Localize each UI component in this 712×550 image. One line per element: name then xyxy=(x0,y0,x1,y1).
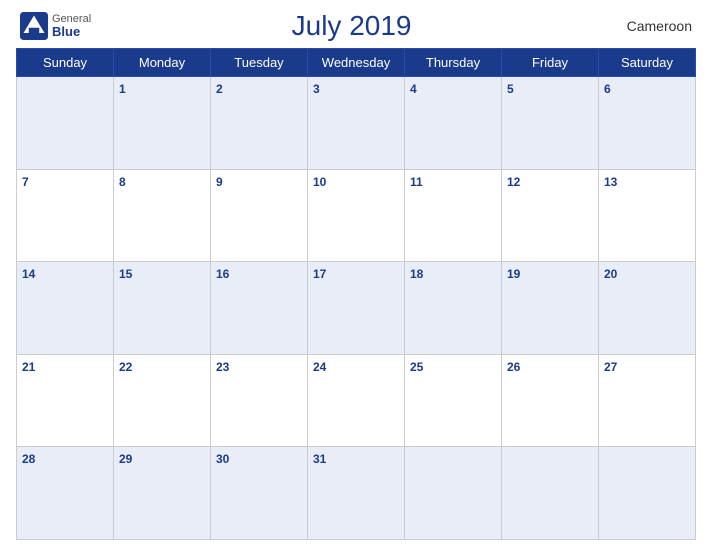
calendar-cell: 23 xyxy=(211,354,308,447)
col-friday: Friday xyxy=(502,49,599,77)
day-number: 17 xyxy=(313,267,326,281)
calendar-cell: 8 xyxy=(114,169,211,262)
calendar-cell: 19 xyxy=(502,262,599,355)
calendar-cell: 28 xyxy=(17,447,114,540)
day-number: 7 xyxy=(22,175,29,189)
calendar-cell: 15 xyxy=(114,262,211,355)
calendar-cell: 25 xyxy=(405,354,502,447)
logo-text: General Blue xyxy=(52,13,91,39)
calendar-cell: 20 xyxy=(599,262,696,355)
day-number: 1 xyxy=(119,82,126,96)
day-number: 6 xyxy=(604,82,611,96)
calendar-cell: 16 xyxy=(211,262,308,355)
day-number: 16 xyxy=(216,267,229,281)
calendar-cell: 21 xyxy=(17,354,114,447)
calendar-cell: 10 xyxy=(308,169,405,262)
calendar-table: Sunday Monday Tuesday Wednesday Thursday… xyxy=(16,48,696,540)
day-number: 5 xyxy=(507,82,514,96)
day-number: 9 xyxy=(216,175,223,189)
calendar-cell: 11 xyxy=(405,169,502,262)
calendar-week-row: 28 29 30 31 xyxy=(17,447,696,540)
country-label: Cameroon xyxy=(612,18,692,34)
day-number: 13 xyxy=(604,175,617,189)
calendar-cell: 7 xyxy=(17,169,114,262)
calendar-cell: 31 xyxy=(308,447,405,540)
calendar-cell: 6 xyxy=(599,77,696,170)
calendar-cell: 29 xyxy=(114,447,211,540)
calendar-week-row: 21 22 23 24 25 26 27 xyxy=(17,354,696,447)
calendar-cell: 26 xyxy=(502,354,599,447)
calendar-page: General Blue July 2019 Cameroon Sunday M… xyxy=(0,0,712,550)
day-number: 15 xyxy=(119,267,132,281)
col-sunday: Sunday xyxy=(17,49,114,77)
day-number: 14 xyxy=(22,267,35,281)
day-number: 19 xyxy=(507,267,520,281)
calendar-cell: 17 xyxy=(308,262,405,355)
calendar-cell: 30 xyxy=(211,447,308,540)
calendar-week-row: 1 2 3 4 5 6 xyxy=(17,77,696,170)
day-number: 30 xyxy=(216,452,229,466)
calendar-header-row: Sunday Monday Tuesday Wednesday Thursday… xyxy=(17,49,696,77)
day-number: 22 xyxy=(119,360,132,374)
day-number: 18 xyxy=(410,267,423,281)
calendar-cell: 1 xyxy=(114,77,211,170)
col-saturday: Saturday xyxy=(599,49,696,77)
logo-blue-label: Blue xyxy=(52,25,91,39)
col-tuesday: Tuesday xyxy=(211,49,308,77)
calendar-cell: 18 xyxy=(405,262,502,355)
col-wednesday: Wednesday xyxy=(308,49,405,77)
day-number: 2 xyxy=(216,82,223,96)
day-number: 27 xyxy=(604,360,617,374)
day-number: 31 xyxy=(313,452,326,466)
calendar-cell: 4 xyxy=(405,77,502,170)
calendar-cell: 13 xyxy=(599,169,696,262)
day-number: 24 xyxy=(313,360,326,374)
calendar-cell: 5 xyxy=(502,77,599,170)
calendar-title: July 2019 xyxy=(91,10,612,42)
col-monday: Monday xyxy=(114,49,211,77)
day-number: 29 xyxy=(119,452,132,466)
day-number: 8 xyxy=(119,175,126,189)
logo: General Blue xyxy=(20,12,91,40)
day-number: 28 xyxy=(22,452,35,466)
calendar-week-row: 7 8 9 10 11 12 13 xyxy=(17,169,696,262)
col-thursday: Thursday xyxy=(405,49,502,77)
header: General Blue July 2019 Cameroon xyxy=(16,10,696,42)
calendar-cell xyxy=(599,447,696,540)
calendar-week-row: 14 15 16 17 18 19 20 xyxy=(17,262,696,355)
calendar-cell xyxy=(17,77,114,170)
day-number: 25 xyxy=(410,360,423,374)
calendar-cell xyxy=(405,447,502,540)
calendar-cell: 2 xyxy=(211,77,308,170)
day-number: 10 xyxy=(313,175,326,189)
generalblue-logo-icon xyxy=(20,12,48,40)
calendar-cell: 27 xyxy=(599,354,696,447)
calendar-cell: 14 xyxy=(17,262,114,355)
day-number: 12 xyxy=(507,175,520,189)
calendar-cell: 3 xyxy=(308,77,405,170)
calendar-cell: 24 xyxy=(308,354,405,447)
day-number: 26 xyxy=(507,360,520,374)
day-number: 3 xyxy=(313,82,320,96)
calendar-cell: 12 xyxy=(502,169,599,262)
calendar-cell: 22 xyxy=(114,354,211,447)
day-number: 11 xyxy=(410,175,423,189)
day-number: 4 xyxy=(410,82,417,96)
day-number: 23 xyxy=(216,360,229,374)
calendar-cell xyxy=(502,447,599,540)
calendar-cell: 9 xyxy=(211,169,308,262)
day-number: 21 xyxy=(22,360,35,374)
day-number: 20 xyxy=(604,267,617,281)
